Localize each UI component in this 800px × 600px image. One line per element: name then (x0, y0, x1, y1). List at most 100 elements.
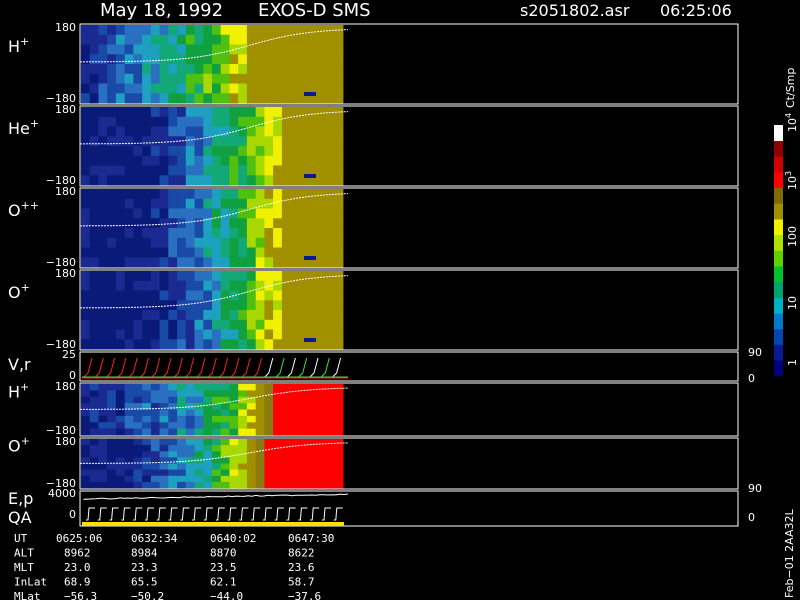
heatmap-cell (133, 73, 143, 84)
heatmap-cell (246, 475, 256, 483)
heatmap-cell (124, 300, 134, 311)
heatmap-cell (124, 198, 134, 209)
heatmap-cell (142, 310, 152, 321)
heatmap-cell (212, 73, 222, 84)
heatmap-cell (290, 247, 300, 258)
heatmap-cell (229, 218, 239, 229)
heatmap-cell (281, 64, 291, 75)
heatmap-cell (238, 384, 248, 391)
heatmap-cell (273, 257, 283, 268)
heatmap-cell (273, 189, 283, 200)
heatmap-cell (281, 237, 291, 248)
heatmap-cell (325, 481, 335, 489)
heatmap-cell (81, 175, 91, 186)
heatmap-cell (81, 428, 91, 436)
heatmap-cell (203, 457, 213, 464)
heatmap-cell (159, 469, 169, 477)
heatmap-cell (325, 198, 335, 209)
heatmap-cell (185, 415, 195, 423)
heatmap-cell (238, 126, 248, 137)
heatmap-cell (98, 439, 108, 446)
heatmap-cell (124, 445, 134, 452)
heatmap-cell (255, 64, 265, 75)
heatmap-cell (212, 116, 222, 127)
heatmap-cell (203, 310, 213, 321)
heatmap-cell (238, 73, 248, 84)
heatmap-cell (150, 146, 160, 157)
heatmap-cell (150, 271, 160, 282)
heatmap-cell (98, 384, 108, 391)
heatmap-cell (299, 208, 309, 219)
heatmap-cell (246, 481, 256, 489)
heatmap-cell (246, 155, 256, 166)
heatmap-cell (159, 189, 169, 200)
heatmap-cell (281, 290, 291, 301)
heatmap-cell (203, 271, 213, 282)
heatmap-cell (89, 126, 99, 137)
heatmap-cell (299, 445, 309, 452)
heatmap-cell (194, 319, 204, 330)
heatmap-cell (229, 237, 239, 248)
y-tick-max: 180 (55, 103, 76, 116)
heatmap-cell (177, 339, 187, 350)
heatmap-cell (115, 116, 125, 127)
heatmap-cell (159, 415, 169, 423)
heatmap-cell (159, 329, 169, 340)
heatmap-cell (308, 155, 318, 166)
heatmap-cell (107, 481, 117, 489)
heatmap-cell (334, 136, 344, 147)
heatmap-cell (229, 93, 239, 104)
heatmap-cell (212, 439, 222, 446)
heatmap-cell (115, 126, 125, 137)
heatmap-cell (264, 403, 274, 410)
heatmap-cell (185, 218, 195, 229)
heatmap-cell (281, 415, 291, 423)
heatmap-cell (264, 439, 274, 446)
heatmap-cell (203, 422, 213, 430)
heatmap-cell (185, 165, 195, 176)
heatmap-cell (308, 481, 318, 489)
heatmap-cell (159, 428, 169, 436)
heatmap-cell (115, 83, 125, 94)
heatmap-cell (150, 481, 160, 489)
heatmap-cell (290, 189, 300, 200)
heatmap-cell (264, 257, 274, 268)
heatmap-cell (334, 247, 344, 258)
heatmap-cell (89, 175, 99, 186)
heatmap-cell (177, 83, 187, 94)
heatmap-cell (325, 280, 335, 291)
heatmap-cell (107, 396, 117, 404)
heatmap-cell (264, 107, 274, 118)
heatmap-cell (185, 228, 195, 239)
heatmap-cell (142, 451, 152, 458)
heatmap-cell (185, 93, 195, 104)
heatmap-cell (308, 409, 318, 417)
heatmap-cell (203, 83, 213, 94)
footer-value: −56.3 (64, 590, 97, 600)
heatmap-cell (89, 155, 99, 166)
heatmap-cell (316, 310, 326, 321)
heatmap-cell (185, 83, 195, 94)
heatmap-cell (212, 319, 222, 330)
heatmap-cell (177, 300, 187, 311)
heatmap-cell (229, 64, 239, 75)
heatmap-cell (220, 403, 230, 410)
heatmap-cell (281, 457, 291, 464)
heatmap-cell (124, 218, 134, 229)
heatmap-cell (229, 146, 239, 157)
heatmap-cell (238, 280, 248, 291)
heatmap-cell (98, 208, 108, 219)
heatmap-cell (124, 175, 134, 186)
heatmap-cell (115, 208, 125, 219)
heatmap-cell (220, 107, 230, 118)
heatmap-cell (334, 339, 344, 350)
heatmap-cell (107, 310, 117, 321)
heatmap-cell (98, 280, 108, 291)
heatmap-cell (246, 93, 256, 104)
heatmap-cell (194, 107, 204, 118)
heatmap-cell (150, 25, 160, 36)
heatmap-cell (212, 310, 222, 321)
heatmap-cell (203, 463, 213, 470)
heatmap-cell (334, 290, 344, 301)
heatmap-cell (98, 409, 108, 417)
